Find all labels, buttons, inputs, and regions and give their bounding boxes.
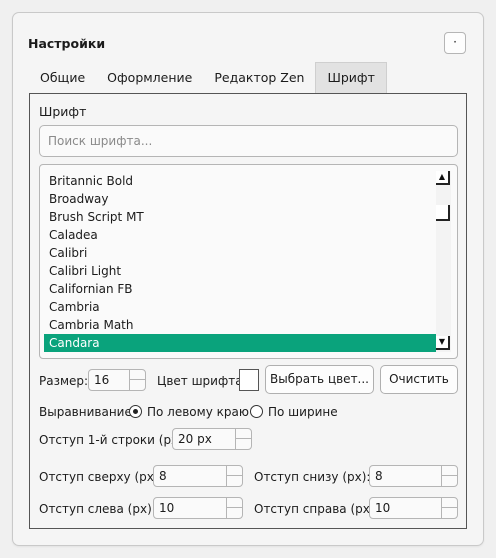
margin-top-stepper[interactable] xyxy=(226,466,242,486)
size-value: 16 xyxy=(94,373,110,387)
first-line-indent-stepper[interactable] xyxy=(235,429,251,449)
font-list-scrollbar[interactable]: ▲ ▼ xyxy=(436,171,451,352)
font-list-items: Britannic Bold Broadway Brush Script MT Cal… xyxy=(44,172,436,352)
align-justify-label[interactable]: По ширине xyxy=(268,405,338,419)
font-search-input[interactable] xyxy=(39,125,458,157)
size-label: Размер: xyxy=(39,374,89,388)
panel-menu-button[interactable]: · xyxy=(444,32,466,54)
size-stepper-buttons[interactable] xyxy=(129,370,145,390)
tab-zen-editor[interactable]: Редактор Zen xyxy=(203,62,315,93)
margin-left-value: 10 xyxy=(159,501,175,515)
margin-left-stepper[interactable] xyxy=(226,498,242,518)
font-list-item[interactable]: Calibri Light xyxy=(44,262,436,280)
tab-appearance[interactable]: Оформление xyxy=(96,62,203,93)
font-list-item[interactable]: Candara xyxy=(44,334,436,352)
tab-font[interactable]: Шрифт xyxy=(315,62,387,93)
font-list-item[interactable]: Brush Script MT xyxy=(44,208,436,226)
font-list[interactable]: Britannic Bold Broadway Brush Script MT Cal… xyxy=(39,164,458,359)
margin-bottom-value: 8 xyxy=(375,469,383,483)
font-list-item[interactable]: Britannic Bold xyxy=(44,172,436,190)
size-spinbox[interactable]: 16 xyxy=(88,369,146,391)
margin-top-label: Отступ сверху (px): xyxy=(39,470,163,484)
clear-color-button[interactable]: Очистить xyxy=(380,365,458,394)
align-left-label[interactable]: По левому краю xyxy=(147,405,249,419)
font-color-label: Цвет шрифта: xyxy=(157,374,247,388)
choose-color-button[interactable]: Выбрать цвет... xyxy=(265,365,374,394)
margin-top-spinbox[interactable]: 8 xyxy=(153,465,243,487)
tab-bar: Общие Оформление Редактор Zen Шрифт xyxy=(29,62,387,93)
font-color-swatch[interactable] xyxy=(239,369,259,391)
font-list-item[interactable]: Caladea xyxy=(44,226,436,244)
margin-left-spinbox[interactable]: 10 xyxy=(153,497,243,519)
margin-right-value: 10 xyxy=(375,501,391,515)
page-title: Настройки xyxy=(28,36,106,51)
first-line-indent-value: 20 px xyxy=(178,432,212,446)
font-section-label: Шрифт xyxy=(39,104,87,119)
font-list-item[interactable]: Cambria xyxy=(44,298,436,316)
alignment-label: Выравнивание: xyxy=(39,405,136,419)
margin-left-label: Отступ слева (px): xyxy=(39,502,156,516)
align-left-radio[interactable] xyxy=(129,405,142,418)
margin-bottom-spinbox[interactable]: 8 xyxy=(369,465,458,487)
margin-top-value: 8 xyxy=(159,469,167,483)
align-justify-radio[interactable] xyxy=(250,405,263,418)
scroll-down-arrow-icon[interactable]: ▼ xyxy=(436,336,450,350)
tab-general[interactable]: Общие xyxy=(29,62,96,93)
first-line-indent-label: Отступ 1-й строки (px): xyxy=(39,433,187,447)
margin-bottom-stepper[interactable] xyxy=(441,466,457,486)
scroll-up-arrow-icon[interactable]: ▲ xyxy=(436,171,450,185)
margin-right-spinbox[interactable]: 10 xyxy=(369,497,458,519)
font-list-item[interactable]: Cambria Math xyxy=(44,316,436,334)
font-list-item[interactable]: Calibri xyxy=(44,244,436,262)
font-list-item[interactable]: Californian FB xyxy=(44,280,436,298)
margin-bottom-label: Отступ снизу (px): xyxy=(254,470,371,484)
font-list-item[interactable]: Broadway xyxy=(44,190,436,208)
scroll-thumb[interactable] xyxy=(436,205,450,221)
margin-right-label: Отступ справа (px): xyxy=(254,502,379,516)
margin-right-stepper[interactable] xyxy=(441,498,457,518)
first-line-indent-spinbox[interactable]: 20 px xyxy=(172,428,252,450)
